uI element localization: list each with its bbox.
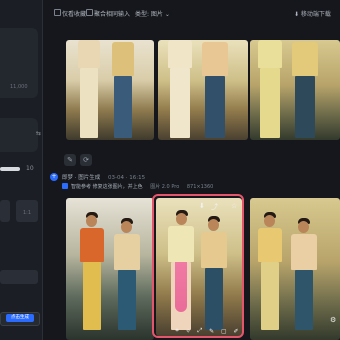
tool-icon[interactable]: ⌗ <box>175 327 178 335</box>
figure-torso <box>292 42 318 76</box>
share-icon[interactable]: ⤴ <box>211 202 218 212</box>
selected-frame <box>152 194 244 338</box>
figure-legs <box>83 262 101 330</box>
expand-icon[interactable]: ⤢ <box>197 327 202 335</box>
favorites-filter[interactable]: 仅看收藏 <box>62 9 86 18</box>
figure-legs <box>118 270 136 330</box>
figure-torso <box>168 40 192 68</box>
task-icon: + <box>50 173 58 181</box>
figure-head <box>264 215 275 227</box>
figure-torso <box>114 234 140 270</box>
favorites-checkbox[interactable] <box>54 9 61 16</box>
ratio-option[interactable] <box>0 200 10 222</box>
generate-button[interactable]: 点击生成 <box>6 314 34 322</box>
crop-icon[interactable]: ▢ <box>221 328 227 335</box>
swap-icon[interactable]: ⇆ <box>36 130 41 137</box>
task-prompt: 智能参考 修复这张图片，并上色 <box>71 184 143 190</box>
figure-legs <box>261 262 279 330</box>
input-box[interactable] <box>0 270 38 284</box>
slider-value: 10 <box>26 165 34 172</box>
refresh-button[interactable]: ⟳ <box>80 154 92 166</box>
brush-icon[interactable]: ✎ <box>209 328 214 335</box>
task-size: 871×1360 <box>186 184 214 190</box>
edit-icon[interactable]: ✐ <box>233 328 238 335</box>
figure-head <box>86 215 97 227</box>
figure-legs <box>114 76 132 138</box>
figure-legs <box>295 76 315 138</box>
aggregate-filter[interactable]: 聚合相同输入 <box>94 9 130 18</box>
settings-icon[interactable]: ⚙ <box>330 316 336 324</box>
figure-legs <box>170 68 190 138</box>
slider[interactable] <box>0 167 20 171</box>
settings-card-2 <box>0 118 38 152</box>
mobile-download[interactable]: ⬇ 移动端下载 <box>294 9 331 18</box>
ratio-label: 1:1 <box>23 210 32 216</box>
result-image-6[interactable] <box>250 198 340 340</box>
figure-head <box>298 221 309 233</box>
download-icon[interactable]: ⬇ <box>199 202 205 210</box>
result-image-2[interactable] <box>158 40 248 140</box>
result-image-1[interactable] <box>66 40 154 140</box>
figure-torso <box>258 228 282 262</box>
figure-legs <box>260 68 280 138</box>
task-name: 即梦 · 图片生成 <box>62 175 101 181</box>
figure-legs <box>205 76 225 138</box>
left-panel: 11,000 ⇆ 10 1:1 点击生成 <box>0 0 42 340</box>
magic-icon[interactable]: ✧ <box>186 328 191 335</box>
edit-button[interactable]: ✎ <box>64 154 76 166</box>
figure-torso <box>202 42 228 76</box>
task-meta: 智能参考 修复这张图片，并上色 图片 2.0 Pro 871×1360 <box>71 183 213 190</box>
figure-torso <box>112 42 134 76</box>
result-image-4[interactable] <box>66 198 154 340</box>
figure-head <box>121 221 132 233</box>
value-a: 11,000 <box>10 84 28 90</box>
figure-torso <box>80 228 104 262</box>
type-dropdown[interactable]: 类型: 图片 ⌄ <box>135 9 170 18</box>
figure-torso <box>291 234 317 270</box>
task-title: 即梦 · 图片生成 03-04 · 16:15 <box>62 173 145 181</box>
image-toolbar: ⌗ ✧ ⤢ ✎ ▢ ✐ <box>172 326 242 336</box>
figure-legs <box>80 68 98 138</box>
aggregate-checkbox[interactable] <box>86 9 93 16</box>
star-icon[interactable]: ☆ <box>231 202 237 210</box>
figure-torso <box>258 40 282 68</box>
figure-legs <box>295 270 313 330</box>
result-image-3[interactable] <box>250 40 340 140</box>
task-model: 图片 2.0 Pro <box>150 184 180 190</box>
figure-torso <box>78 40 100 68</box>
task-time: 03-04 · 16:15 <box>108 175 146 181</box>
divider <box>42 0 43 340</box>
reference-icon <box>62 183 68 189</box>
